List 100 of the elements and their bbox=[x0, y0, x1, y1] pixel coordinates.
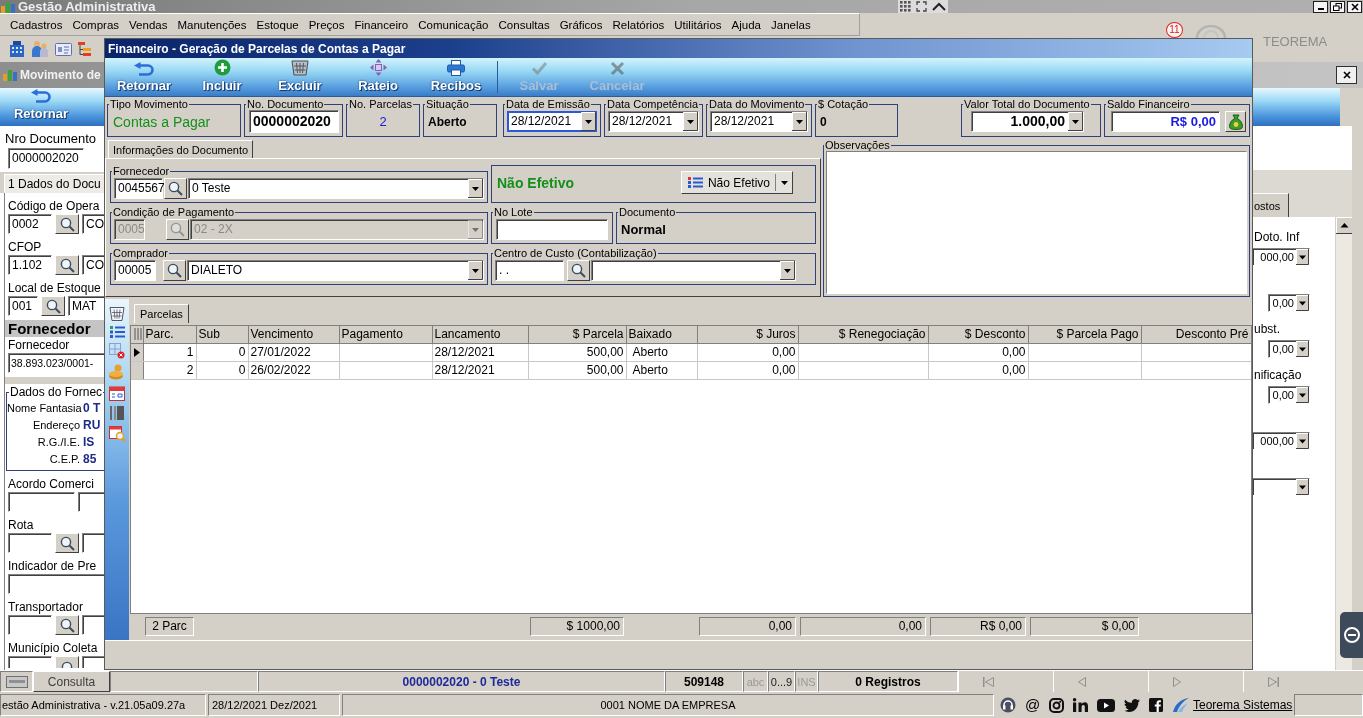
twitter-icon[interactable] bbox=[1124, 698, 1141, 712]
status-button[interactable]: Não Efetivo bbox=[680, 171, 793, 194]
people-icon[interactable] bbox=[31, 40, 49, 58]
id-card-icon[interactable] bbox=[55, 42, 72, 56]
dropdown[interactable]: 000,00 bbox=[1253, 248, 1310, 266]
calendar-icon[interactable] bbox=[109, 385, 125, 401]
hierarchy-icon[interactable] bbox=[78, 41, 92, 57]
tab[interactable]: ostos bbox=[1253, 193, 1290, 217]
dropdown[interactable]: DIALETO bbox=[187, 259, 484, 281]
dropdown[interactable]: 000,00 bbox=[1253, 432, 1310, 450]
columns-icon[interactable] bbox=[110, 406, 124, 420]
youtube-icon[interactable] bbox=[1097, 698, 1116, 712]
menu-item[interactable]: Relatórios bbox=[607, 15, 670, 34]
dropdown[interactable]: 28/12/2021 bbox=[710, 111, 808, 132]
menu-item[interactable]: Consultas bbox=[493, 15, 555, 34]
dropdown[interactable]: 28/12/2021 bbox=[507, 111, 597, 132]
tab[interactable]: Informações do Documento bbox=[108, 140, 254, 158]
calendar-search-icon[interactable] bbox=[108, 425, 126, 442]
query-button[interactable]: Consulta bbox=[33, 671, 110, 692]
search-button[interactable] bbox=[55, 214, 79, 234]
dropdown[interactable] bbox=[1253, 478, 1310, 496]
column-header: $ Parcela bbox=[528, 326, 626, 343]
text-field[interactable] bbox=[78, 492, 104, 512]
text-field[interactable]: 38.893.023/0001- bbox=[8, 353, 104, 373]
code-field[interactable]: . . bbox=[495, 259, 564, 281]
dots-grid-icon[interactable] bbox=[900, 1, 912, 12]
dropdown[interactable]: 0 Teste bbox=[188, 177, 484, 199]
scrollbar[interactable] bbox=[1335, 217, 1352, 670]
chevron-up-icon[interactable] bbox=[931, 2, 946, 11]
tab[interactable]: 1 Dados do Docu bbox=[4, 174, 104, 193]
description-field[interactable] bbox=[82, 533, 104, 553]
building-icon[interactable] bbox=[9, 41, 25, 57]
search-button[interactable] bbox=[164, 177, 187, 199]
menu-item[interactable]: Manutenções bbox=[172, 15, 252, 34]
code-field[interactable]: 1.102 bbox=[8, 255, 52, 275]
notification-badge[interactable]: 11 bbox=[1166, 22, 1183, 38]
menu-item[interactable]: Compras bbox=[67, 15, 125, 34]
menu-item[interactable]: Vendas bbox=[124, 15, 173, 34]
close-button[interactable] bbox=[1347, 0, 1362, 13]
dropdown[interactable]: 0,00 bbox=[1268, 294, 1310, 312]
panel-icon[interactable] bbox=[5, 675, 28, 688]
menu-item[interactable]: Comunicação bbox=[413, 15, 494, 34]
search-button[interactable] bbox=[41, 296, 65, 316]
close-button[interactable] bbox=[1336, 66, 1357, 84]
menu-item[interactable]: Utilitários bbox=[669, 15, 727, 34]
trash-icon[interactable] bbox=[109, 306, 125, 321]
swoosh-logo-icon[interactable] bbox=[1172, 697, 1191, 713]
search-button[interactable] bbox=[567, 259, 590, 281]
group-label: No. Documento bbox=[246, 98, 325, 110]
total-field: $ 1000,00 bbox=[530, 616, 624, 636]
dropdown[interactable]: 0,00 bbox=[1268, 340, 1310, 358]
cross-icon bbox=[609, 61, 625, 76]
menu-item[interactable]: Ajuda bbox=[726, 15, 766, 34]
description-field[interactable]: MAT bbox=[68, 296, 104, 316]
dropdown[interactable]: 1.000,00 bbox=[971, 111, 1084, 132]
money-button[interactable] bbox=[1225, 111, 1246, 132]
facebook-icon[interactable] bbox=[1149, 698, 1164, 712]
text-field[interactable]: 0000002020 bbox=[8, 148, 84, 169]
dropdown[interactable]: 0,00 bbox=[1268, 386, 1310, 404]
code-field[interactable] bbox=[8, 656, 52, 668]
menu-item[interactable]: Cadastros bbox=[5, 15, 68, 34]
code-field[interactable]: 0045567 bbox=[114, 177, 163, 199]
email-link[interactable]: @ bbox=[1025, 697, 1041, 713]
minimize-button[interactable] bbox=[1313, 0, 1328, 13]
text-field[interactable]: R$ 0,00 bbox=[1111, 111, 1220, 132]
search-button[interactable] bbox=[55, 656, 79, 668]
grid-remove-icon[interactable] bbox=[109, 343, 125, 359]
code-field[interactable]: 00005 bbox=[114, 259, 156, 281]
code-field[interactable]: 0002 bbox=[8, 214, 52, 234]
tab[interactable]: Parcelas bbox=[134, 304, 189, 323]
menu-item[interactable]: Estoque bbox=[251, 15, 304, 34]
description-field[interactable]: CO bbox=[82, 214, 104, 234]
search-button[interactable] bbox=[166, 218, 189, 240]
description-field[interactable]: CO bbox=[82, 255, 104, 275]
text-field[interactable]: 0000002020 bbox=[249, 110, 339, 133]
search-button[interactable] bbox=[55, 615, 79, 635]
search-button[interactable] bbox=[55, 255, 79, 275]
restore-button[interactable] bbox=[1330, 0, 1345, 13]
menu-item[interactable]: Gráficos bbox=[554, 15, 608, 34]
headset-icon[interactable] bbox=[1000, 697, 1016, 713]
description-field[interactable] bbox=[82, 615, 104, 635]
code-field[interactable]: 001 bbox=[8, 296, 38, 316]
menu-item[interactable]: Financeiro bbox=[349, 15, 414, 34]
expand-icon[interactable] bbox=[916, 1, 927, 12]
text-field[interactable] bbox=[8, 574, 104, 594]
text-field[interactable] bbox=[8, 492, 75, 512]
linkedin-icon[interactable] bbox=[1073, 698, 1089, 712]
text-field[interactable] bbox=[496, 218, 608, 240]
dropdown-arrow-icon bbox=[468, 260, 483, 280]
menu-item[interactable]: Preços bbox=[303, 15, 350, 34]
list-icon[interactable] bbox=[109, 326, 125, 338]
dropdown[interactable]: 28/12/2021 bbox=[608, 111, 699, 132]
side-tab-icon[interactable] bbox=[1340, 612, 1363, 658]
search-button[interactable] bbox=[163, 259, 186, 281]
description-field[interactable] bbox=[82, 656, 104, 668]
instagram-icon[interactable] bbox=[1049, 697, 1065, 713]
website-link[interactable]: Teorema Sistemas bbox=[1193, 698, 1293, 712]
dropdown[interactable] bbox=[591, 259, 796, 281]
search-button[interactable] bbox=[55, 533, 79, 553]
menu-item[interactable]: Janelas bbox=[766, 15, 816, 34]
